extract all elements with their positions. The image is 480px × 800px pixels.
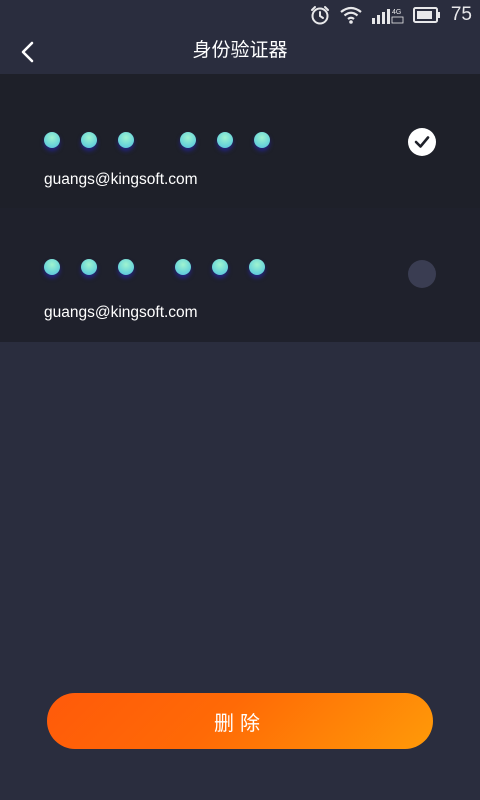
code-dot xyxy=(212,259,228,275)
wifi-icon xyxy=(340,6,362,24)
select-checkbox-checked[interactable] xyxy=(408,128,436,156)
chevron-left-icon xyxy=(21,41,34,63)
masked-code xyxy=(44,259,265,275)
account-item-selected[interactable]: guangs@kingsoft.com xyxy=(0,74,480,208)
account-email: guangs@kingsoft.com xyxy=(44,171,198,188)
status-icons: 4G 75 xyxy=(309,4,472,26)
code-dot xyxy=(44,259,60,275)
code-dot xyxy=(180,132,196,148)
signal-icon: 4G xyxy=(371,9,404,24)
battery-icon xyxy=(412,7,440,23)
code-dot xyxy=(118,132,134,148)
alarm-icon xyxy=(310,6,329,25)
page-title: 身份验证器 xyxy=(192,39,288,61)
code-dot xyxy=(81,132,97,148)
masked-code xyxy=(44,132,270,148)
code-dot xyxy=(81,259,97,275)
delete-button[interactable]: 删除 xyxy=(47,693,433,749)
select-checkbox-unchecked[interactable] xyxy=(408,260,436,288)
back-button[interactable] xyxy=(10,34,46,70)
account-list: guangs@kingsoft.com guangs@kingsoft.com xyxy=(0,74,480,342)
battery-percentage: 75 xyxy=(450,4,472,25)
nav-bar: 身份验证器 xyxy=(0,30,480,74)
status-bar: 4G 75 xyxy=(0,0,480,30)
code-dot xyxy=(217,132,233,148)
account-email: guangs@kingsoft.com xyxy=(44,304,198,321)
code-dot xyxy=(175,259,191,275)
code-dot xyxy=(254,132,270,148)
code-dot xyxy=(118,259,134,275)
account-item[interactable]: guangs@kingsoft.com xyxy=(0,208,480,342)
checkmark-icon xyxy=(414,136,430,148)
code-dot xyxy=(44,132,60,148)
code-dot xyxy=(249,259,265,275)
network-type-label: 4G xyxy=(392,9,401,16)
